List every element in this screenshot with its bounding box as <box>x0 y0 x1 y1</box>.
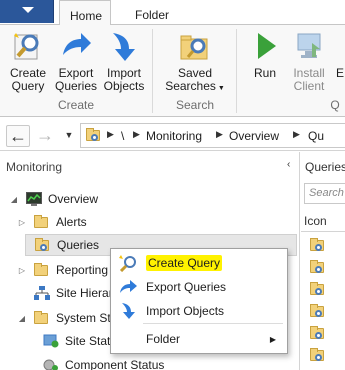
partial-label: E <box>335 66 344 80</box>
ribbon-tab-strip: Home Folder <box>0 0 345 26</box>
query-folder-icon[interactable] <box>310 260 326 274</box>
menu-item-label: Create Query <box>146 255 223 271</box>
import-icon <box>107 29 141 63</box>
tree-item-label: Overview <box>48 192 99 206</box>
group-label-create: Create <box>57 98 95 112</box>
run-button[interactable]: Run <box>247 29 283 80</box>
create-query-label: Create Query <box>9 66 47 93</box>
tree-item-component-status[interactable]: Component Status <box>43 354 293 370</box>
overview-icon <box>26 192 42 206</box>
export-queries-button[interactable]: Export Queries <box>53 29 99 93</box>
collapse-pane-icon[interactable]: ‹ <box>287 159 290 170</box>
menu-item-folder[interactable]: Folder ▶ <box>112 327 286 351</box>
ribbon-separator <box>236 29 237 113</box>
menu-item-label: Folder <box>146 332 181 346</box>
submenu-arrow-icon: ▶ <box>269 334 276 344</box>
install-client-label: Install Client <box>293 66 325 93</box>
expanded-triangle-icon[interactable]: ◢ <box>16 314 28 323</box>
query-folder-icon[interactable] <box>310 238 326 252</box>
export-queries-label: Export Queries <box>54 66 98 93</box>
folder-icon <box>34 263 50 277</box>
menu-separator <box>143 323 283 324</box>
tree-item-label: Component Status <box>65 358 165 370</box>
run-play-icon <box>248 29 282 63</box>
menu-item-label: Import Objects <box>146 304 225 318</box>
partial-icon <box>334 29 345 63</box>
saved-search-icon <box>178 29 212 63</box>
install-client-icon <box>292 29 326 63</box>
ribbon-button-partial[interactable]: E <box>334 29 345 80</box>
chevron-right-icon: ▶ <box>107 129 114 139</box>
address-bar: ← → ▼ ▶ \ ▶ Monitoring ▶ Overview ▶ Qu <box>0 119 345 151</box>
import-icon <box>118 302 140 320</box>
nav-pane-title: Monitoring <box>6 160 63 174</box>
saved-searches-label: Saved Searches <box>165 66 216 93</box>
results-pane: Queries Search Icon <box>301 152 345 370</box>
create-query-icon <box>118 254 140 273</box>
menu-item-export-queries[interactable]: Export Queries <box>112 275 286 299</box>
query-folder-icon[interactable] <box>310 326 326 340</box>
chevron-right-icon: ▶ <box>293 129 300 139</box>
ribbon-separator <box>152 29 153 113</box>
search-input[interactable]: Search <box>304 183 345 204</box>
dropdown-caret-icon: ▼ <box>215 85 225 92</box>
breadcrumb-queries[interactable]: Qu <box>308 129 324 143</box>
query-folder-icon <box>35 238 51 252</box>
query-folder-icon[interactable] <box>310 282 326 296</box>
menu-item-label: Export Queries <box>146 280 227 294</box>
query-folder-icon[interactable] <box>310 304 326 318</box>
site-status-icon <box>43 334 59 348</box>
group-label-search: Search <box>175 98 215 112</box>
saved-searches-button[interactable]: Saved Searches ▼ <box>162 29 228 95</box>
run-label: Run <box>253 66 276 80</box>
tab-home[interactable]: Home <box>59 0 111 26</box>
chevron-right-icon: ▶ <box>216 129 223 139</box>
component-status-icon <box>43 358 59 370</box>
folder-icon <box>34 215 50 229</box>
breadcrumb-monitoring[interactable]: Monitoring <box>146 129 202 143</box>
collapsed-triangle-icon[interactable]: ▷ <box>16 218 28 227</box>
tree-item-alerts[interactable]: ▷ Alerts <box>16 211 286 233</box>
import-objects-button[interactable]: Import Objects <box>101 29 147 93</box>
create-query-button[interactable]: Create Query <box>6 29 50 93</box>
query-folder-icon <box>86 128 102 142</box>
tree-item-label: Queries <box>57 238 100 252</box>
app-menu-button[interactable] <box>0 0 54 23</box>
tree-item-label: Alerts <box>56 215 87 229</box>
back-arrow-icon[interactable]: ← <box>6 125 30 147</box>
import-objects-label: Import Objects <box>103 66 145 93</box>
tab-folder[interactable]: Folder <box>120 0 184 25</box>
context-menu: Create Query Export Queries Import Objec… <box>110 248 288 354</box>
group-label-queries: Q <box>330 98 340 112</box>
site-hierarchy-icon <box>34 286 50 300</box>
menu-item-create-query[interactable]: Create Query <box>112 251 286 275</box>
chevron-down-icon <box>22 7 34 13</box>
export-icon <box>59 29 93 63</box>
forward-arrow-icon[interactable]: → <box>34 125 56 147</box>
install-client-button[interactable]: Install Client <box>287 29 331 93</box>
results-pane-title: Queries <box>305 160 345 174</box>
export-icon <box>118 278 140 296</box>
expanded-triangle-icon[interactable]: ◢ <box>8 195 20 204</box>
folder-icon <box>34 311 50 325</box>
tree-item-label: Reporting <box>56 263 109 277</box>
ribbon: Create Query Export Queries Import Objec… <box>0 25 345 117</box>
column-header-icon[interactable]: Icon <box>304 214 327 228</box>
chevron-right-icon: ▶ <box>133 129 140 139</box>
menu-item-import-objects[interactable]: Import Objects <box>112 299 286 323</box>
breadcrumb-root[interactable]: \ <box>121 129 124 143</box>
header-divider <box>301 231 345 232</box>
tree-item-overview[interactable]: ◢ Overview <box>8 188 288 210</box>
collapsed-triangle-icon[interactable]: ▷ <box>16 266 28 275</box>
query-folder-icon[interactable] <box>310 348 326 362</box>
breadcrumb[interactable]: ▶ \ ▶ Monitoring ▶ Overview ▶ Qu <box>80 123 345 148</box>
create-query-icon <box>11 29 45 63</box>
breadcrumb-overview[interactable]: Overview <box>229 129 279 143</box>
history-dropdown-icon[interactable]: ▼ <box>58 125 80 147</box>
